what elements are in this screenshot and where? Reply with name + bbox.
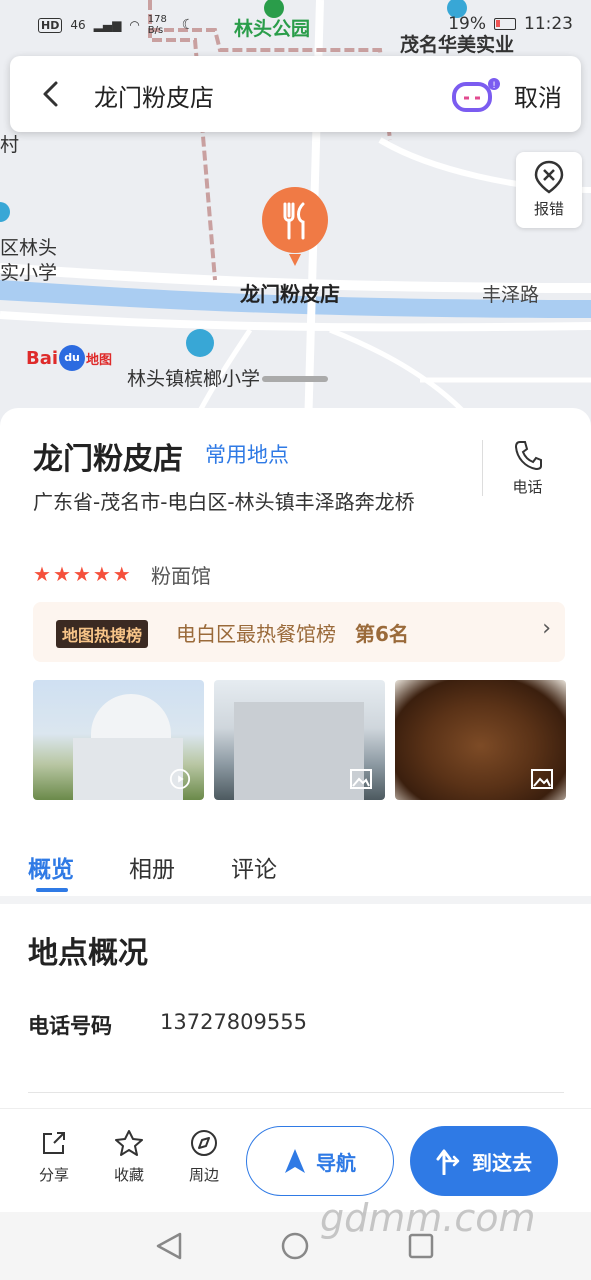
place-name: 龙门粉皮店 [33, 442, 183, 477]
place-tag-link[interactable]: 常用地点 [205, 439, 289, 469]
image-icon [350, 769, 372, 789]
map-label-left-edge-2: 区林头 [0, 237, 58, 259]
logo-ditu: 地图 [86, 352, 113, 368]
share-button[interactable]: 分享 [29, 1129, 79, 1185]
report-label: 报错 [533, 200, 564, 218]
place-address: 广东省-茂名市-电白区-林头镇丰泽路奔龙桥 [33, 490, 415, 514]
star-icon: ★ [112, 562, 131, 586]
baidu-map-logo: Bai du 地图 [26, 345, 112, 371]
star-icon: ★ [72, 562, 91, 586]
tab-overview[interactable]: 概览 [28, 850, 74, 884]
map-view[interactable]: HD 46 ▂▄▆ ◠ 178 B/s ☾ 19% 11:23 林头公园 茂名华… [0, 0, 591, 430]
wifi-icon: ◠ [129, 18, 140, 32]
map-pin-x-icon [534, 160, 564, 194]
hot-list-text: 电白区最热餐馆榜 [176, 622, 336, 646]
map-label-company[interactable]: 茂名华美实业 [400, 30, 514, 57]
status-left: HD 46 ▂▄▆ ◠ 178 B/s ☾ [38, 14, 194, 36]
system-home-icon[interactable] [281, 1232, 309, 1260]
nearby-button[interactable]: 周边 [179, 1129, 229, 1185]
signal-icon: ▂▄▆ [93, 18, 122, 32]
hot-list-banner[interactable]: 地图热搜榜 电白区最热餐馆榜 第6名 › [33, 602, 565, 662]
search-query[interactable]: 龙门粉皮店 [94, 78, 214, 113]
phone-button[interactable]: 电话 [482, 440, 572, 496]
place-detail-sheet: 龙门粉皮店 常用地点 电话 广东省-茂名市-电白区-林头镇丰泽路奔龙桥 ★ ★ … [0, 408, 591, 1108]
chevron-right-icon: › [542, 616, 551, 641]
share-label: 分享 [38, 1166, 69, 1184]
report-error-button[interactable]: 报错 [516, 152, 582, 228]
moon-icon: ☾ [181, 17, 195, 33]
logo-bai: Bai [26, 347, 59, 369]
route-arrow-icon [436, 1149, 460, 1175]
star-icon: ★ [52, 562, 71, 586]
search-bar[interactable]: 龙门粉皮店 ! 取消 [10, 56, 581, 132]
dome-shape [91, 694, 171, 738]
photo-thumbnail-1[interactable] [33, 680, 204, 800]
navigation-arrow-icon [285, 1149, 305, 1173]
phone-number-label: 电话号码 [28, 1014, 112, 1038]
detail-tabs: 概览 相册 评论 [0, 828, 591, 904]
image-icon [531, 769, 553, 789]
navigate-button[interactable]: 导航 [246, 1126, 394, 1196]
tab-album[interactable]: 相册 [129, 850, 175, 884]
active-tab-indicator [36, 888, 68, 892]
navigate-label: 导航 [316, 1150, 356, 1175]
map-label-place[interactable]: 龙门粉皮店 [240, 278, 340, 307]
tab-reviews[interactable]: 评论 [231, 850, 277, 884]
map-label-left-edge-1: 村 [0, 134, 20, 156]
svg-text:!: ! [492, 81, 496, 91]
star-icon: ★ [33, 562, 51, 586]
photo-thumbnail-3[interactable] [395, 680, 566, 800]
restaurant-pin-icon[interactable] [261, 186, 329, 268]
compass-icon [191, 1130, 217, 1156]
rating-stars: ★ ★ ★ ★ ★ [33, 562, 131, 586]
photo-thumbnail-2[interactable] [214, 680, 385, 800]
share-icon [43, 1132, 65, 1154]
map-label-road: 丰泽路 [482, 284, 540, 306]
building-shape [73, 738, 183, 800]
map-label-school[interactable]: 林头镇槟榔小学 [127, 364, 260, 391]
battery-icon [494, 18, 516, 30]
overview-title: 地点概况 [28, 936, 148, 971]
play-icon [169, 768, 191, 790]
hot-list-badge: 地图热搜榜 [56, 620, 149, 648]
back-arrow-icon[interactable] [36, 78, 68, 110]
phone-button-label: 电话 [512, 478, 543, 496]
cancel-button[interactable]: 取消 [514, 78, 562, 113]
phone-number-value[interactable]: 13727809555 [160, 1010, 307, 1034]
go-here-label: 到这去 [472, 1150, 532, 1175]
divider [28, 1092, 564, 1093]
place-category: 粉面馆 [151, 564, 211, 588]
favorite-label: 收藏 [113, 1166, 144, 1184]
nearby-label: 周边 [188, 1166, 219, 1184]
map-label-park[interactable]: 林头公园 [234, 14, 310, 41]
phone-icon [514, 441, 542, 471]
star-icon: ★ [92, 562, 111, 586]
system-back-icon[interactable] [156, 1232, 182, 1260]
go-here-button[interactable]: 到这去 [410, 1126, 558, 1196]
watermark: gdmm.com [320, 1196, 536, 1240]
building-shape [234, 702, 364, 800]
logo-paw: du [59, 345, 86, 371]
favorite-button[interactable]: 收藏 [104, 1129, 154, 1185]
star-outline-icon [115, 1130, 143, 1156]
photo-strip [33, 680, 566, 800]
assistant-robot-icon[interactable]: ! [450, 76, 506, 116]
speed-label: 178 B/s [147, 14, 167, 36]
map-label-left-edge-3: 实小学 [0, 262, 58, 284]
sheet-drag-handle[interactable] [262, 376, 328, 382]
hot-list-rank: 第6名 [355, 622, 409, 646]
time-label: 11:23 [524, 14, 573, 34]
network-label: 46 [70, 18, 86, 32]
hd-icon: HD [38, 17, 63, 33]
